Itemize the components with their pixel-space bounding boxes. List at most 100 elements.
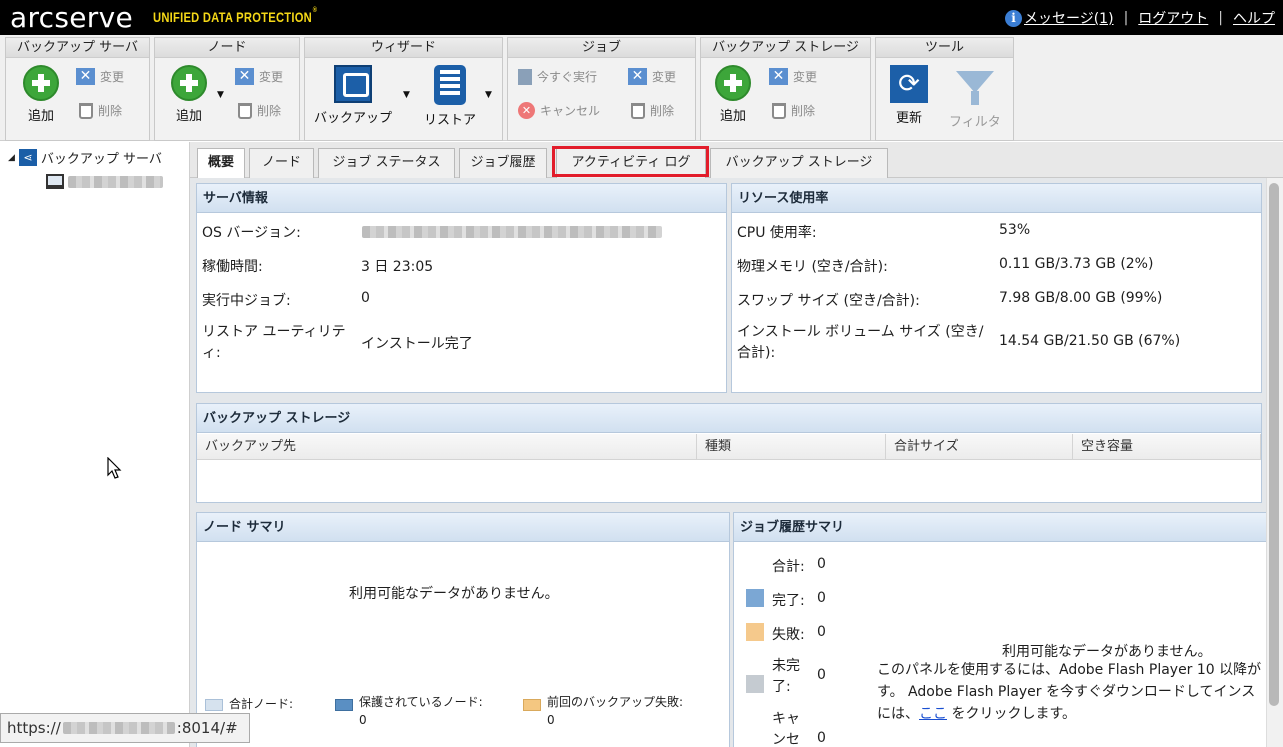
os-version-label: OS バージョン:	[202, 225, 301, 241]
filter-icon	[955, 71, 994, 105]
help-link[interactable]: ヘルプ	[1233, 8, 1275, 28]
group-backup-server: バックアップ サーバ 追加 ✕ 変更 削除	[5, 37, 150, 141]
install-volume-label: インストール ボリューム サイズ (空き/合計):	[737, 324, 984, 361]
node-modify-button[interactable]: ✕ 変更	[235, 68, 283, 85]
filter-button[interactable]: フィルタ	[949, 65, 1001, 130]
tab-job-status[interactable]: ジョブ ステータス	[318, 148, 455, 178]
activity-log-highlight	[552, 146, 709, 177]
job-modify-button[interactable]: ✕ 変更	[628, 68, 676, 85]
backup-server-modify-button[interactable]: ✕ 変更	[76, 68, 124, 85]
group-title: ジョブ	[508, 38, 695, 58]
toolbar: バックアップ サーバ 追加 ✕ 変更 削除 ノード 追加 ▼ ✕ 変更 削除 ウィザ…	[0, 35, 1283, 141]
group-job: ジョブ 今すぐ実行 ✕ 変更 ✕ キャンセル 削除	[507, 37, 696, 141]
swap-label: スワップ サイズ (空き/合計):	[737, 293, 920, 309]
job-failed-label: 失敗:	[772, 627, 805, 643]
column-header-total-size[interactable]: 合計サイズ	[886, 434, 1073, 460]
group-title: バックアップ ストレージ	[701, 38, 870, 58]
server-name-redacted	[68, 175, 163, 188]
job-done-value: 0	[817, 590, 826, 606]
backup-server-delete-button[interactable]: 削除	[79, 102, 122, 119]
tree-item-server[interactable]	[46, 174, 163, 189]
panel-title: ジョブ履歴サマリ	[734, 513, 1272, 542]
panel-title: バックアップ ストレージ	[197, 404, 1261, 433]
legend-swatch-protected	[335, 699, 353, 711]
wizard-restore-button[interactable]: リストア	[424, 65, 476, 128]
column-header-type[interactable]: 種類	[697, 434, 886, 460]
brand-tagline: UNIFIED DATA PROTECTION®	[153, 7, 318, 25]
refresh-icon: ⟳	[890, 65, 928, 103]
group-title: ノード	[155, 38, 299, 58]
status-bar-url: https:// :8014/#	[0, 713, 250, 743]
legend-swatch-total	[205, 699, 223, 711]
tab-job-history[interactable]: ジョブ履歴	[459, 148, 547, 178]
chevron-down-icon[interactable]: ▼	[485, 90, 492, 100]
separator: |	[1218, 10, 1223, 26]
restore-utility-value: インストール完了	[361, 336, 473, 352]
swap-value: 7.98 GB/8.00 GB (99%)	[999, 290, 1163, 306]
plus-icon	[171, 65, 207, 101]
job-done-label: 完了:	[772, 593, 805, 609]
node-add-button[interactable]: 追加	[171, 65, 207, 124]
restore-utility-label: リストア ユーティリティ:	[202, 324, 346, 361]
wizard-backup-button[interactable]: バックアップ	[314, 65, 392, 126]
legend-swatch-incomplete	[746, 675, 764, 693]
storage-delete-button[interactable]: 削除	[772, 102, 815, 119]
panel-title: ノード サマリ	[197, 513, 729, 542]
group-tools: ツール ⟳ 更新 フィルタ	[875, 37, 1014, 141]
legend-total-nodes: 合計ノード:	[229, 697, 294, 711]
modify-icon: ✕	[235, 68, 254, 85]
node-delete-button[interactable]: 削除	[238, 102, 281, 119]
job-total-value: 0	[817, 556, 826, 572]
info-icon[interactable]: i	[1005, 9, 1022, 27]
backup-server-add-button[interactable]: 追加	[23, 65, 59, 124]
logout-link[interactable]: ログアウト	[1138, 8, 1208, 28]
top-bar: arcserve UNIFIED DATA PROTECTION® i メッセー…	[0, 0, 1283, 35]
no-data-message: 利用可能なデータがありません。	[1002, 644, 1212, 660]
chevron-down-icon[interactable]: ▼	[217, 90, 224, 100]
group-title: ツール	[876, 38, 1013, 58]
resource-usage-panel: リソース使用率 CPU 使用率: 53% 物理メモリ (空き/合計): 0.11…	[731, 183, 1262, 393]
tab-bar: 概要 ノード ジョブ ステータス ジョブ履歴 アクティビティ ログ バックアップ…	[190, 142, 1283, 179]
group-wizard: ウィザード バックアップ ▼ リストア ▼	[304, 37, 503, 141]
job-run-now-button[interactable]: 今すぐ実行	[518, 68, 597, 85]
server-info-panel: サーバ情報 OS バージョン: 稼働時間: 3 日 23:05 実行中ジョブ: …	[196, 183, 727, 393]
job-delete-button[interactable]: 削除	[631, 102, 674, 119]
column-header-destination[interactable]: バックアップ先	[197, 434, 697, 460]
job-total-label: 合計:	[772, 559, 805, 575]
host-redacted	[62, 722, 175, 734]
messages-link[interactable]: メッセージ(1)	[1024, 8, 1114, 28]
job-cancel-button[interactable]: ✕ キャンセル	[518, 102, 600, 119]
cancel-icon: ✕	[518, 102, 535, 119]
uptime-label: 稼働時間:	[202, 259, 263, 275]
restore-icon	[434, 65, 466, 105]
group-node: ノード 追加 ▼ ✕ 変更 削除	[154, 37, 300, 141]
refresh-button[interactable]: ⟳ 更新	[890, 65, 928, 126]
cpu-usage-label: CPU 使用率:	[737, 225, 817, 241]
legend-swatch-done	[746, 589, 764, 607]
node-summary-panel: ノード サマリ 利用可能なデータがありません。 合計ノード: 保護されているノー…	[196, 512, 730, 747]
backup-icon	[334, 65, 372, 103]
modify-icon: ✕	[76, 68, 95, 85]
tree-root-backup-server[interactable]: ◢ ⋖ バックアップ サーバ	[8, 148, 162, 167]
job-history-summary-panel: ジョブ履歴サマリ 合計: 0 完了: 0 失敗: 0 未完了: 0 キャンセ 0…	[733, 512, 1273, 747]
panel-title: リソース使用率	[732, 184, 1261, 213]
tab-backup-storage[interactable]: バックアップ ストレージ	[710, 148, 888, 178]
uptime-value: 3 日 23:05	[361, 259, 434, 275]
flash-download-link[interactable]: ここ	[919, 706, 947, 722]
tree-expand-icon[interactable]: ◢	[8, 153, 15, 163]
legend-swatch-failed	[746, 623, 764, 641]
scrollbar-thumb[interactable]	[1269, 183, 1279, 706]
group-backup-storage: バックアップ ストレージ 追加 ✕ 変更 削除	[700, 37, 871, 141]
job-failed-value: 0	[817, 624, 826, 640]
storage-add-button[interactable]: 追加	[715, 65, 751, 124]
group-title: ウィザード	[305, 38, 502, 58]
tab-overview[interactable]: 概要	[197, 148, 245, 179]
os-version-redacted	[362, 226, 662, 238]
chevron-down-icon[interactable]: ▼	[403, 90, 410, 100]
install-volume-value: 14.54 GB/21.50 GB (67%)	[999, 333, 1181, 349]
plus-icon	[23, 65, 59, 101]
storage-modify-button[interactable]: ✕ 変更	[769, 68, 817, 85]
column-header-free-space[interactable]: 空き容量	[1073, 434, 1261, 460]
tab-nodes[interactable]: ノード	[249, 148, 314, 178]
job-canceled-label: キャンセ	[772, 711, 800, 747]
